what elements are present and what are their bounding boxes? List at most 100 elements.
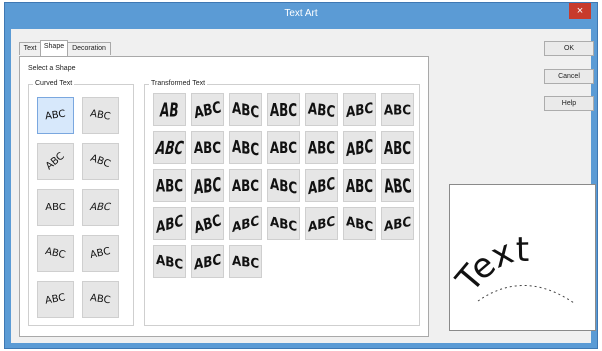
curved-text-label: Curved Text bbox=[33, 80, 75, 87]
transformed-shape-label: ABC bbox=[155, 175, 184, 196]
title-bar: Text Art × bbox=[5, 3, 597, 27]
curve-guide-line bbox=[477, 285, 575, 304]
transformed-shape-label: ABC bbox=[382, 174, 413, 197]
transformed-shape-24[interactable]: ABC bbox=[229, 207, 262, 240]
transformed-shape-label: ABC bbox=[231, 97, 260, 122]
transformed-shape-label: ABC bbox=[383, 137, 412, 158]
help-button[interactable]: Help bbox=[544, 96, 594, 111]
preview-text: Text bbox=[450, 230, 530, 300]
dialog-client: Text Shape Decoration Select a Shape Cur… bbox=[11, 29, 596, 343]
curved-shape-label: ABC bbox=[44, 292, 67, 307]
transformed-shape-25[interactable]: ABC bbox=[267, 207, 300, 240]
transformed-shape-6[interactable]: ABC bbox=[343, 93, 376, 126]
curved-shape-label: ABC bbox=[89, 108, 112, 123]
transformed-shape-3[interactable]: ABC bbox=[229, 93, 262, 126]
transformed-shape-label: ABC bbox=[269, 173, 298, 198]
transformed-shape-label: ABC bbox=[231, 212, 260, 235]
transformed-shape-label: ABC bbox=[192, 210, 223, 237]
tab-decoration[interactable]: Decoration bbox=[67, 42, 111, 55]
curved-shape-4[interactable]: ABC bbox=[82, 143, 119, 180]
transformed-shape-label: ABC bbox=[155, 210, 184, 237]
curved-shape-3[interactable]: ABC bbox=[37, 143, 74, 180]
preview-box: Text bbox=[448, 184, 596, 331]
transformed-shape-8[interactable]: ABC bbox=[153, 131, 186, 164]
transformed-shape-label: ABC bbox=[193, 138, 222, 157]
transformed-shape-label: ABC bbox=[345, 212, 374, 235]
transformed-shape-13[interactable]: ABC bbox=[343, 131, 376, 164]
cancel-button[interactable]: Cancel bbox=[544, 69, 594, 84]
transformed-shape-11[interactable]: ABC bbox=[267, 131, 300, 164]
curved-shape-2[interactable]: ABC bbox=[82, 97, 119, 134]
transformed-shape-26[interactable]: ABC bbox=[305, 207, 338, 240]
transformed-shape-14[interactable]: ABC bbox=[381, 131, 414, 164]
shape-tab-panel: Select a Shape Curved Text ABC ABC ABC ABC A… bbox=[19, 56, 429, 337]
transformed-shape-1[interactable]: AB bbox=[153, 93, 186, 126]
transformed-shape-label: AB bbox=[159, 98, 180, 121]
transformed-shape-label: ABC bbox=[269, 99, 298, 120]
window-title: Text Art bbox=[284, 8, 318, 19]
transformed-shape-4[interactable]: ABC bbox=[267, 93, 300, 126]
transformed-shape-label: ABC bbox=[192, 97, 223, 122]
transformed-shape-7[interactable]: ABC bbox=[381, 93, 414, 126]
ok-button[interactable]: OK bbox=[544, 41, 594, 56]
transformed-shape-2[interactable]: ABC bbox=[191, 93, 224, 126]
transformed-shape-23[interactable]: ABC bbox=[191, 207, 224, 240]
transformed-shape-12[interactable]: ABC bbox=[305, 131, 338, 164]
curved-shape-1[interactable]: ABC bbox=[37, 97, 74, 134]
transformed-shape-label: ABC bbox=[383, 213, 412, 234]
curved-shape-6[interactable]: ABC bbox=[82, 189, 119, 226]
transformed-shape-label: ABC bbox=[307, 98, 336, 121]
transformed-shape-20[interactable]: ABC bbox=[343, 169, 376, 202]
transformed-shape-label: ABC bbox=[307, 212, 336, 235]
select-shape-label: Select a Shape bbox=[28, 65, 76, 72]
transformed-shape-18[interactable]: ABC bbox=[267, 169, 300, 202]
transformed-shape-16[interactable]: ABC bbox=[191, 169, 224, 202]
transformed-shape-17[interactable]: ABC bbox=[229, 169, 262, 202]
close-button[interactable]: × bbox=[569, 3, 591, 19]
transformed-shape-10[interactable]: ABC bbox=[229, 131, 262, 164]
curved-shape-label: ABC bbox=[44, 150, 67, 173]
transformed-shape-label: ABC bbox=[345, 98, 374, 121]
transformed-shape-label: ABC bbox=[383, 101, 412, 118]
curved-shape-label: ABC bbox=[88, 202, 113, 213]
transformed-text-label: Transformed Text bbox=[149, 80, 208, 87]
transformed-shape-label: ABC bbox=[307, 173, 336, 198]
curved-text-group: Curved Text ABC ABC ABC ABC ABC ABC ABC ABC ABC A… bbox=[28, 80, 134, 326]
transformed-shape-29[interactable]: ABC bbox=[153, 245, 186, 278]
curved-shape-label: ABC bbox=[44, 245, 67, 262]
curved-shape-8[interactable]: ABC bbox=[82, 235, 119, 272]
transformed-shape-15[interactable]: ABC bbox=[153, 169, 186, 202]
transformed-shape-label: ABC bbox=[269, 213, 298, 234]
transformed-shape-5[interactable]: ABC bbox=[305, 93, 338, 126]
transformed-shape-30[interactable]: ABC bbox=[191, 245, 224, 278]
transformed-shape-27[interactable]: ABC bbox=[343, 207, 376, 240]
transformed-shape-31[interactable]: ABC bbox=[229, 245, 262, 278]
curved-shape-label: ABC bbox=[44, 108, 67, 123]
curved-shape-10[interactable]: ABC bbox=[82, 281, 119, 318]
text-art-window: Text Art × Text Shape Decoration Select … bbox=[4, 2, 598, 349]
transformed-shape-label: ABC bbox=[231, 252, 260, 271]
transformed-shape-label: ABC bbox=[231, 176, 260, 195]
transformed-shape-label: ABC bbox=[345, 134, 374, 161]
curved-shape-5[interactable]: ABC bbox=[37, 189, 74, 226]
preview-svg: Text bbox=[448, 230, 575, 304]
transformed-text-group: Transformed Text AB ABC ABC ABC ABC ABC ABC ABC… bbox=[144, 80, 420, 326]
curved-shape-label: ABC bbox=[45, 202, 66, 213]
curved-shape-7[interactable]: ABC bbox=[37, 235, 74, 272]
transformed-shape-9[interactable]: ABC bbox=[191, 131, 224, 164]
transformed-shape-28[interactable]: ABC bbox=[381, 207, 414, 240]
transformed-shape-21[interactable]: ABC bbox=[381, 169, 414, 202]
tab-shape[interactable]: Shape bbox=[40, 40, 68, 56]
tab-text[interactable]: Text bbox=[19, 42, 41, 55]
curved-shape-label: ABC bbox=[89, 245, 112, 262]
transformed-shape-19[interactable]: ABC bbox=[305, 169, 338, 202]
transformed-shape-label: ABC bbox=[153, 137, 186, 158]
transformed-shape-label: ABC bbox=[307, 137, 336, 158]
transformed-shape-22[interactable]: ABC bbox=[153, 207, 186, 240]
transformed-shape-label: ABC bbox=[193, 250, 222, 273]
curved-shape-label: ABC bbox=[88, 152, 113, 171]
transformed-shape-label: ABC bbox=[155, 251, 184, 272]
curved-shape-9[interactable]: ABC bbox=[37, 281, 74, 318]
transformed-shape-label: ABC bbox=[193, 172, 222, 199]
transformed-shape-label: ABC bbox=[345, 175, 374, 196]
